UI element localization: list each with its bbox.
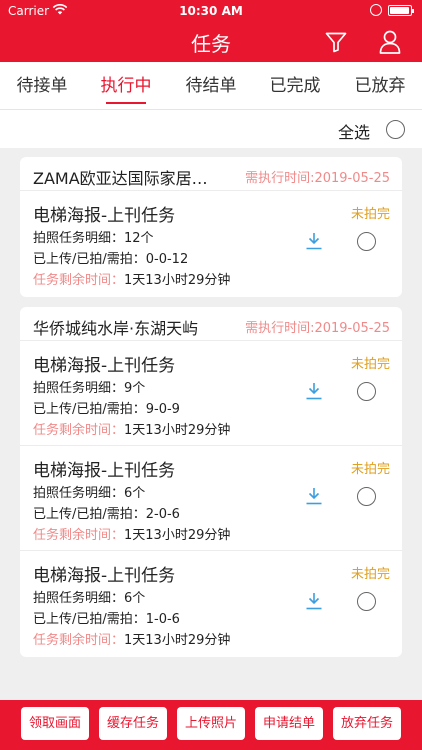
group-name: ZAMA欧亚达国际家居…: [33, 169, 208, 188]
task-group-card: 华侨城纯水岸·东湖天屿 需执行时间:2019-05-25 电梯海报-上刊任务 未…: [20, 307, 402, 657]
task-detail: 拍照任务明细：12个: [33, 231, 154, 246]
remaining-label: 任务剩余时间：: [33, 273, 125, 288]
tab-in-progress[interactable]: 执行中: [84, 62, 168, 110]
cache-task-button[interactable]: 缓存任务: [99, 707, 167, 740]
task-status: 未拍完: [350, 462, 390, 477]
page-title: 任务: [191, 32, 231, 56]
task-detail: 拍照任务明细：6个: [33, 486, 146, 501]
task-status: 未拍完: [350, 567, 390, 582]
task-item[interactable]: 电梯海报-上刊任务 未拍完 拍照任务明细：12个 已上传/已拍/需拍：0-0-1…: [20, 191, 402, 296]
task-select-radio[interactable]: [357, 487, 376, 506]
request-close-button[interactable]: 申请结单: [255, 707, 323, 740]
user-icon[interactable]: [378, 29, 402, 55]
abandon-task-button[interactable]: 放弃任务: [333, 707, 401, 740]
task-group-card: ZAMA欧亚达国际家居… 需执行时间:2019-05-25 电梯海报-上刊任务 …: [20, 157, 402, 297]
task-list: ZAMA欧亚达国际家居… 需执行时间:2019-05-25 电梯海报-上刊任务 …: [0, 148, 422, 700]
tab-label: 待接单: [16, 76, 68, 96]
remaining-value: 1天13小时29分钟: [124, 633, 231, 648]
task-remaining: 任务剩余时间：1天13小时29分钟: [33, 269, 230, 288]
download-icon[interactable]: [304, 591, 324, 611]
task-title: 电梯海报-上刊任务: [33, 461, 176, 481]
download-icon[interactable]: [304, 231, 324, 251]
select-all-label[interactable]: 全选: [338, 119, 370, 143]
filter-icon[interactable]: [324, 30, 348, 54]
task-status: 未拍完: [350, 207, 390, 222]
task-select-radio[interactable]: [357, 592, 376, 611]
group-header: 华侨城纯水岸·东湖天屿 需执行时间:2019-05-25: [20, 307, 402, 341]
remaining-label: 任务剩余时间：: [33, 423, 125, 438]
active-tab-indicator: [106, 102, 146, 104]
remaining-label: 任务剩余时间：: [33, 528, 125, 543]
task-item[interactable]: 电梯海报-上刊任务 未拍完 拍照任务明细：6个 已上传/已拍/需拍：1-0-6 …: [20, 551, 402, 656]
group-header: ZAMA欧亚达国际家居… 需执行时间:2019-05-25: [20, 157, 402, 191]
remaining-value: 1天13小时29分钟: [124, 423, 231, 438]
remaining-value: 1天13小时29分钟: [124, 528, 231, 543]
task-detail: 拍照任务明细：6个: [33, 591, 146, 606]
task-remaining: 任务剩余时间：1天13小时29分钟: [33, 524, 230, 543]
task-remaining: 任务剩余时间：1天13小时29分钟: [33, 629, 230, 648]
task-status: 未拍完: [350, 357, 390, 372]
download-icon[interactable]: [304, 381, 324, 401]
tab-label: 待结单: [185, 76, 237, 96]
tab-abandoned[interactable]: 已放弃: [338, 62, 422, 110]
battery-icon: [388, 5, 414, 16]
download-icon[interactable]: [304, 486, 324, 506]
task-progress: 已上传/已拍/需拍：2-0-6: [33, 507, 180, 522]
task-select-radio[interactable]: [357, 232, 376, 251]
tab-completed[interactable]: 已完成: [253, 62, 337, 110]
bottom-action-bar: 领取画面 缓存任务 上传照片 申请结单 放弃任务: [0, 700, 422, 750]
nav-bar: 任务: [0, 22, 422, 62]
task-title: 电梯海报-上刊任务: [33, 206, 176, 226]
orientation-lock-icon: [370, 4, 382, 16]
task-select-radio[interactable]: [357, 382, 376, 401]
task-remaining: 任务剩余时间：1天13小时29分钟: [33, 419, 230, 438]
task-item[interactable]: 电梯海报-上刊任务 未拍完 拍照任务明细：6个 已上传/已拍/需拍：2-0-6 …: [20, 446, 402, 551]
task-title: 电梯海报-上刊任务: [33, 356, 176, 376]
status-bar: Carrier 10:30 AM: [0, 0, 422, 22]
select-all-radio[interactable]: [386, 120, 405, 139]
remaining-label: 任务剩余时间：: [33, 633, 125, 648]
tab-pending-accept[interactable]: 待接单: [0, 62, 84, 110]
upload-photos-button[interactable]: 上传照片: [177, 707, 245, 740]
tab-label: 已放弃: [354, 76, 406, 96]
remaining-value: 1天13小时29分钟: [124, 273, 231, 288]
select-all-row: 全选: [0, 110, 422, 148]
group-name: 华侨城纯水岸·东湖天屿: [33, 319, 199, 338]
tab-label: 执行中: [100, 76, 152, 96]
claim-artwork-button[interactable]: 领取画面: [21, 707, 89, 740]
execution-date: 需执行时间:2019-05-25: [245, 171, 390, 186]
tab-label: 已完成: [269, 76, 321, 96]
task-progress: 已上传/已拍/需拍：9-0-9: [33, 402, 180, 417]
tab-pending-close[interactable]: 待结单: [169, 62, 253, 110]
task-progress: 已上传/已拍/需拍：1-0-6: [33, 612, 180, 627]
task-title: 电梯海报-上刊任务: [33, 566, 176, 586]
task-progress: 已上传/已拍/需拍：0-0-12: [33, 252, 189, 267]
task-detail: 拍照任务明细：9个: [33, 381, 146, 396]
status-tabs: 待接单 执行中 待结单 已完成 已放弃: [0, 62, 422, 110]
clock: 10:30 AM: [179, 4, 243, 18]
execution-date: 需执行时间:2019-05-25: [245, 321, 390, 336]
task-item[interactable]: 电梯海报-上刊任务 未拍完 拍照任务明细：9个 已上传/已拍/需拍：9-0-9 …: [20, 341, 402, 446]
